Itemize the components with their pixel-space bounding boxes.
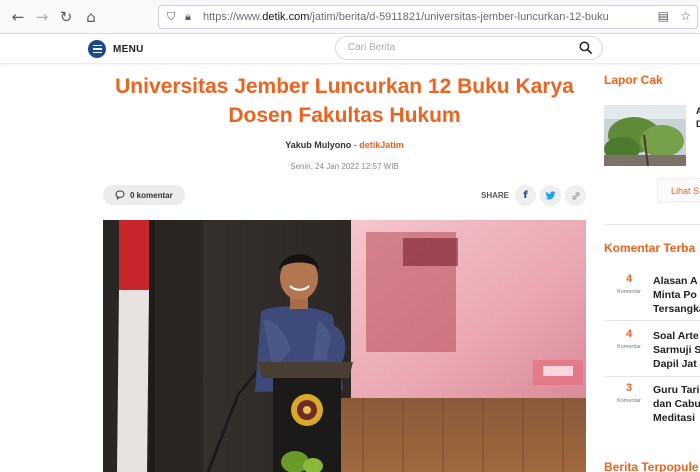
list-item[interactable]: 4 Komentar Alasan A Minta Po Tersangka [604, 273, 700, 323]
search-input[interactable] [348, 42, 548, 53]
list-item[interactable]: 4 Komentar Soal Arte Sarmuji S Dapil Jat [604, 328, 700, 378]
speaker-at-podium-image [103, 220, 586, 472]
url-text[interactable]: https://www.detik.com/jatim/berita/d-591… [203, 11, 608, 25]
lapor-cak-title[interactable]: Lapor Cak [604, 73, 663, 87]
byline: Yakub Mulyono - detikJatim [103, 140, 586, 150]
lapor-caption-line[interactable]: A [696, 106, 700, 116]
share-bar: SHARE f [481, 185, 586, 206]
news-title[interactable]: Alasan A Minta Po Tersangka [653, 274, 700, 316]
facebook-share-button[interactable]: f [515, 185, 536, 206]
back-icon[interactable]: ← [9, 8, 27, 26]
news-title-line: Dapil Jat [653, 358, 697, 370]
source-name[interactable]: detikJatim [359, 140, 404, 150]
news-title-line: Guru Tari [653, 384, 700, 396]
forward-icon[interactable]: → [33, 8, 51, 26]
search-box[interactable] [335, 36, 603, 60]
twitter-icon [545, 191, 556, 200]
news-title-line: Sarmuji S [653, 344, 700, 356]
menu-label: MENU [113, 43, 144, 55]
comment-count-label: Komentar [617, 344, 641, 350]
divider [604, 376, 700, 377]
news-title-line: Minta Po [653, 289, 697, 301]
comment-bubble-icon [115, 190, 125, 200]
comment-count-label: Komentar [617, 398, 641, 404]
news-title-line: Tersangka [653, 303, 700, 315]
sidebar: Lapor Cak A D Lihat S Komentar Terba 4 K… [604, 64, 700, 472]
search-icon[interactable] [579, 41, 592, 54]
publish-date: Senin, 24 Jan 2022 12:57 WIB [290, 162, 399, 171]
link-icon [571, 191, 580, 200]
comment-count: 3 [625, 382, 633, 394]
site-header: MENU [0, 34, 700, 64]
copy-link-button[interactable] [565, 185, 586, 206]
comment-count: 4 [625, 328, 633, 340]
menu-button[interactable]: MENU [88, 38, 144, 60]
komentar-terbaru-title[interactable]: Komentar Terba [604, 241, 695, 255]
divider [604, 320, 700, 321]
address-bar[interactable]: ⛉ 🔒︎ https://www.detik.com/jatim/berita/… [158, 5, 698, 29]
news-title[interactable]: Guru Tari dan Cabu Meditasi [653, 383, 700, 425]
lapor-caption-line[interactable]: D [696, 119, 700, 129]
news-title-line: Alasan A [653, 275, 698, 287]
lock-icon[interactable]: 🔒︎ [185, 10, 191, 24]
bookmark-star-icon[interactable]: ☆ [680, 9, 691, 23]
news-title-line: Meditasi [653, 412, 696, 424]
lihat-semua-button[interactable]: Lihat S [657, 178, 700, 202]
list-item[interactable]: 3 Komentar Guru Tari dan Cabu Meditasi [604, 382, 700, 432]
tree-image [604, 105, 686, 166]
twitter-share-button[interactable] [540, 185, 561, 206]
browser-toolbar: ← → ↻ ⌂ ⛉ 🔒︎ https://www.detik.com/jatim… [0, 0, 700, 34]
share-label: SHARE [480, 191, 509, 200]
comment-count: 0 komentar [130, 190, 173, 200]
article-photo[interactable] [103, 220, 586, 472]
hamburger-icon [88, 40, 106, 58]
divider [604, 224, 700, 225]
home-icon[interactable]: ⌂ [82, 8, 100, 26]
comment-count-label: Komentar [617, 289, 641, 295]
lapor-thumbnail[interactable] [604, 105, 686, 166]
news-title-line: Soal Arte [653, 330, 699, 342]
comment-count: 4 [625, 273, 633, 285]
author-name[interactable]: Yakub Mulyono [285, 140, 351, 150]
news-title-line: dan Cabu [653, 398, 700, 410]
facebook-icon: f [523, 190, 528, 201]
news-title[interactable]: Soal Arte Sarmuji S Dapil Jat [653, 329, 700, 371]
comment-button[interactable]: 0 komentar [103, 185, 185, 205]
article-title: Universitas Jember Luncurkan 12 Buku Kar… [115, 75, 574, 127]
berita-terpopuler-title[interactable]: Berita Terpopule [604, 460, 698, 472]
shield-icon[interactable]: ⛉ [167, 10, 175, 24]
reload-icon[interactable]: ↻ [57, 8, 75, 26]
reader-icon[interactable]: ▤ [658, 9, 669, 23]
